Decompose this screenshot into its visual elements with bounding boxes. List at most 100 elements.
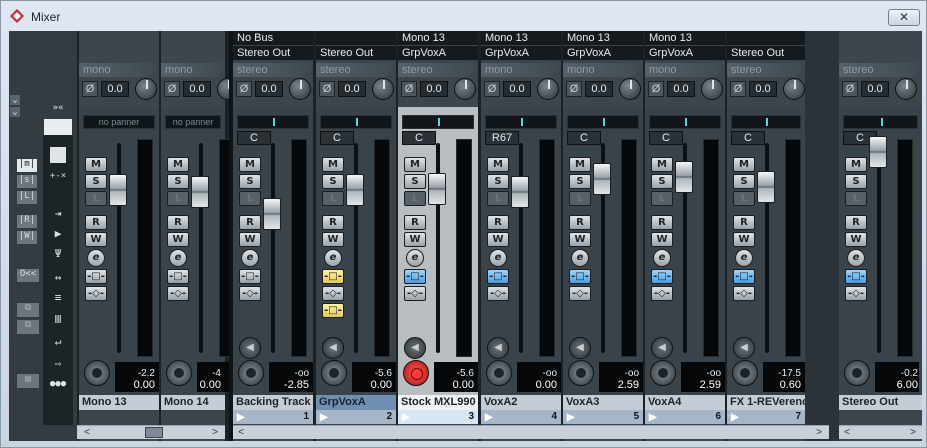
volume-fader[interactable] [757,171,775,203]
sends-button[interactable]: -◇- [239,286,261,301]
listen-button[interactable]: L [322,191,344,206]
scroll-left-icon[interactable]: < [841,427,853,439]
gain-knob[interactable] [135,78,157,100]
channel-number-row[interactable]: ▶ 5 [563,410,643,424]
paste-icon[interactable]: ⧉ [17,320,39,334]
phase-button[interactable]: Ø [82,81,98,97]
pan-value[interactable]: C [567,131,601,145]
record-enable-button[interactable] [844,360,870,386]
edit-button[interactable]: e [169,249,187,267]
volume-fader[interactable] [593,163,611,195]
input-routing[interactable]: Mono 13 [563,31,643,46]
panner[interactable] [843,115,918,129]
mute-button[interactable]: M [404,157,426,172]
edit-button[interactable]: e [653,249,671,267]
listen-button[interactable]: L [85,191,107,206]
channel-name[interactable]: Stock MXL990 [398,395,478,410]
gain-knob[interactable] [895,78,917,100]
listen-button[interactable]: L [167,191,189,206]
volume-value[interactable]: 6.00 [897,379,918,391]
panel-icon[interactable] [50,147,66,163]
listen-button[interactable]: L [733,191,755,206]
write-button[interactable]: W [85,232,107,247]
scroll-thumb[interactable] [145,427,163,438]
input-routing[interactable] [727,31,805,46]
output-routing[interactable]: GrpVoxA [481,46,561,61]
volume-fader[interactable] [869,136,887,168]
phase-button[interactable]: Ø [236,81,252,97]
sends-button[interactable]: -◇- [651,286,673,301]
input-gain[interactable]: 0.0 [255,81,283,97]
monitor-button[interactable]: ◀ [569,337,591,359]
edit-button[interactable]: e [87,249,105,267]
read-button[interactable]: R [322,215,344,230]
volume-value[interactable]: 0.00 [453,379,474,391]
mute-button[interactable]: M [733,157,755,172]
play-icon[interactable]: ▶ [49,227,67,240]
write-button[interactable]: W [404,232,426,247]
channel-name[interactable]: VoxA2 [481,395,561,410]
gain-knob[interactable] [372,78,394,100]
more-icon[interactable]: ●●● [49,379,67,389]
pan-value[interactable]: C [402,131,436,145]
edit-button[interactable]: e [241,249,259,267]
solo-button[interactable]: S [404,174,426,189]
write-button[interactable]: W [487,232,509,247]
channel-name[interactable]: FX 1-REVerenc [727,395,805,410]
sends-button[interactable]: -◇- [85,286,107,301]
channel-number-row[interactable]: ▶ 7 [727,410,805,424]
view-l-icon[interactable]: |L| [17,191,37,204]
read-button[interactable]: R [569,215,591,230]
write-button[interactable]: W [651,232,673,247]
inserts-button[interactable]: -□- [651,269,673,284]
inserts-button[interactable]: -□- [845,269,867,284]
collapse-icon-2[interactable]: ⌄ [10,107,20,117]
gain-knob[interactable] [454,78,476,100]
sends-bypass-button[interactable]: -□- [322,303,344,318]
listen-button[interactable]: L [651,191,673,206]
write-button[interactable]: W [167,232,189,247]
pan-value[interactable]: C [320,131,354,145]
scroll-left-icon[interactable]: < [81,427,93,439]
input-routing[interactable]: Mono 13 [645,31,725,46]
input-gain[interactable]: 0.0 [749,81,777,97]
read-button[interactable]: R [239,215,261,230]
panner[interactable] [320,115,392,129]
volume-fader[interactable] [511,176,529,208]
pan-value[interactable]: C [731,131,765,145]
channel-name[interactable]: Backing Track [233,395,313,410]
sends-button[interactable]: -◇- [167,286,189,301]
output-routing[interactable]: GrpVoxA [563,46,643,61]
inserts-button[interactable]: -□- [322,269,344,284]
input-gain[interactable]: 0.0 [101,81,129,97]
write-button[interactable]: W [569,232,591,247]
scrollbar-right[interactable]: < > [839,425,922,439]
input-gain[interactable]: 0.0 [667,81,695,97]
phase-button[interactable]: Ø [566,81,582,97]
record-enable-button[interactable] [732,360,758,386]
edit-button[interactable]: e [406,249,424,267]
monitor-button[interactable]: ◀ [733,337,755,359]
scrollbar-main[interactable]: < > [233,425,829,439]
volume-value[interactable]: 0.60 [780,379,801,391]
output-routing[interactable]: GrpVoxA [645,46,725,61]
sends-button[interactable]: -◇- [845,286,867,301]
solo-button[interactable]: S [322,174,344,189]
write-button[interactable]: W [733,232,755,247]
inserts-button[interactable]: -□- [239,269,261,284]
settings-icon[interactable]: ▤ [17,374,39,388]
write-button[interactable]: W [845,232,867,247]
panner[interactable] [402,115,474,129]
panner[interactable] [649,115,721,129]
phase-button[interactable]: Ø [842,81,858,97]
volume-fader[interactable] [191,176,209,208]
monitor-button[interactable]: ◀ [651,337,673,359]
listen-button[interactable]: L [845,191,867,206]
solo-button[interactable]: S [569,174,591,189]
volume-fader[interactable] [428,173,446,205]
inserts-button[interactable]: -□- [487,269,509,284]
mute-button[interactable]: M [167,157,189,172]
write-button[interactable]: W [239,232,261,247]
edit-button[interactable]: e [847,249,865,267]
scroll-left-icon[interactable]: < [235,427,247,439]
